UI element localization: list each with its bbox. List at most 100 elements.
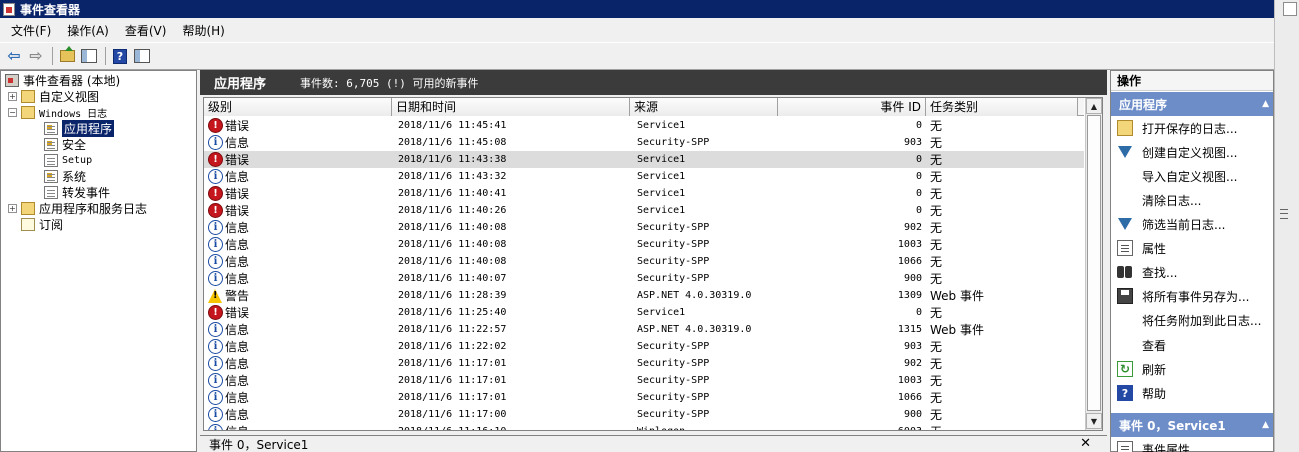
cell-datetime: 2018/11/6 11:40:41 <box>398 188 507 199</box>
cell-level: i信息 <box>204 406 392 423</box>
action-filter-current-log[interactable]: 筛选当前日志... <box>1111 212 1273 236</box>
event-row[interactable]: i 信息 2018/11/6 11:17:01 Security-SPP 1066 无 <box>204 389 1084 406</box>
information-icon: i <box>208 424 223 430</box>
event-row[interactable]: i 信息 2018/11/6 11:40:08 Security-SPP 902 无 <box>204 219 1084 236</box>
collapse-icon[interactable]: − <box>8 107 17 117</box>
show-hide-tree-button[interactable] <box>79 46 99 66</box>
column-event-id[interactable]: 事件 ID <box>778 98 926 116</box>
action-view[interactable]: 查看 <box>1111 333 1273 357</box>
cell-source: Security-SPP <box>637 137 710 148</box>
scroll-up-icon[interactable]: ▲ <box>1086 98 1102 114</box>
tree-item-app-services-logs[interactable]: + 应用程序和服务日志 <box>8 200 147 216</box>
event-row[interactable]: i 信息 2018/11/6 11:40:08 Security-SPP 1003 无 <box>204 236 1084 253</box>
event-row[interactable]: i 信息 2018/11/6 11:40:07 Security-SPP 900 无 <box>204 270 1084 287</box>
title-bar: 事件查看器 <box>0 0 1274 18</box>
forward-button[interactable]: ⇨ <box>26 46 46 66</box>
cell-event-id: 903 <box>903 137 922 148</box>
level-text: 警告 <box>225 289 250 303</box>
tree-item-windows-logs[interactable]: − Windows 日志 <box>8 104 107 120</box>
close-icon[interactable]: ✕ <box>1080 436 1091 451</box>
cell-source: Security-SPP <box>637 409 710 420</box>
properties-icon <box>1117 240 1133 256</box>
back-button[interactable]: ⇦ <box>4 46 24 66</box>
tree-item-custom-views[interactable]: + 自定义视图 <box>8 88 99 104</box>
cell-datetime: 2018/11/6 11:40:26 <box>398 205 507 216</box>
menu-help[interactable]: 帮助(H) <box>174 22 232 39</box>
event-row[interactable]: i 信息 2018/11/6 11:40:08 Security-SPP 1066 无 <box>204 253 1084 270</box>
tree-item-forwarded[interactable]: 转发事件 <box>44 184 110 200</box>
event-row[interactable]: i信息2018/11/6 11:16:10Winlogon6003无 <box>204 423 1084 430</box>
level-text: 信息 <box>225 357 250 371</box>
action-label: 刷新 <box>1142 362 1167 377</box>
tree-item-security[interactable]: 安全 <box>44 136 86 152</box>
event-row[interactable]: ! 错误 2018/11/6 11:25:40 Service1 0 无 <box>204 304 1084 321</box>
action-event-properties[interactable]: 事件属性 <box>1111 437 1273 452</box>
toolbar-separator <box>105 47 106 65</box>
column-datetime[interactable]: 日期和时间 <box>392 98 630 116</box>
action-import-custom-view[interactable]: 导入自定义视图... <box>1111 164 1273 188</box>
menu-view[interactable]: 查看(V) <box>117 22 175 39</box>
event-row[interactable]: i 信息 2018/11/6 11:17:01 Security-SPP 902 无 <box>204 355 1084 372</box>
action-label: 将所有事件另存为... <box>1142 289 1250 304</box>
tree-root[interactable]: 事件查看器 (本地) <box>5 72 120 88</box>
cell-event-id: 1003 <box>897 239 922 250</box>
event-row[interactable]: i 信息 2018/11/6 11:22:02 Security-SPP 903 无 <box>204 338 1084 355</box>
level-text: 错误 <box>225 204 250 218</box>
cell-source: Security-SPP <box>637 239 710 250</box>
resize-grip-icon[interactable] <box>1280 209 1288 219</box>
event-row[interactable]: i 信息 2018/11/6 11:17:01 Security-SPP 1003 无 <box>204 372 1084 389</box>
action-help[interactable]: ? 帮助 <box>1111 381 1273 405</box>
column-task-category[interactable]: 任务类别 <box>926 98 1078 116</box>
event-row[interactable]: ! 错误 2018/11/6 11:45:41 Service1 0 无 <box>204 117 1084 134</box>
column-level[interactable]: 级别 <box>204 98 392 116</box>
expand-icon[interactable]: + <box>8 203 17 213</box>
tree-item-subscriptions[interactable]: 订阅 <box>21 216 63 232</box>
event-row[interactable]: i 信息 2018/11/6 11:43:32 Service1 0 无 <box>204 168 1084 185</box>
cell-datetime: 2018/11/6 11:45:08 <box>398 137 507 148</box>
cell-event-id: 0 <box>915 120 922 131</box>
event-row[interactable]: ! 错误 2018/11/6 11:40:26 Service1 0 无 <box>204 202 1084 219</box>
event-row[interactable]: ! 错误 2018/11/6 11:43:38 Service1 0 无 <box>204 151 1084 168</box>
action-find[interactable]: 查找... <box>1111 260 1273 284</box>
event-row[interactable]: i 信息 2018/11/6 11:45:08 Security-SPP 903 无 <box>204 134 1084 151</box>
event-row[interactable]: 警告 2018/11/6 11:28:39 ASP.NET 4.0.30319.0 1… <box>204 287 1084 304</box>
vertical-scrollbar[interactable]: ▲ ▼ <box>1085 98 1102 430</box>
cell-datetime: 2018/11/6 11:28:39 <box>398 290 507 301</box>
up-level-button[interactable] <box>57 46 77 66</box>
checkbox[interactable] <box>1283 2 1297 16</box>
collapse-triangle-icon[interactable]: ▲ <box>1262 420 1269 430</box>
event-row[interactable]: ! 错误 2018/11/6 11:40:41 Service1 0 无 <box>204 185 1084 202</box>
help-button[interactable]: ? <box>110 46 130 66</box>
scroll-thumb[interactable] <box>1087 115 1101 411</box>
actions-section-event[interactable]: 事件 0，Service1 ▲ <box>1111 413 1273 437</box>
event-row[interactable]: i 信息 2018/11/6 11:17:00 Security-SPP 900 无 <box>204 406 1084 423</box>
tree-item-setup[interactable]: Setup <box>44 152 92 168</box>
cell-datetime: 2018/11/6 11:40:07 <box>398 273 507 284</box>
action-open-saved-log[interactable]: 打开保存的日志... <box>1111 116 1273 140</box>
action-properties[interactable]: 属性 <box>1111 236 1273 260</box>
menu-file[interactable]: 文件(F) <box>3 22 59 39</box>
show-hide-actions-button[interactable] <box>132 46 152 66</box>
column-source[interactable]: 来源 <box>630 98 778 116</box>
action-save-all-events[interactable]: 将所有事件另存为... <box>1111 284 1273 308</box>
menu-action[interactable]: 操作(A) <box>59 22 117 39</box>
action-create-custom-view[interactable]: 创建自定义视图... <box>1111 140 1273 164</box>
action-attach-task[interactable]: 将任务附加到此日志... <box>1111 308 1273 332</box>
folder-icon <box>21 89 35 103</box>
level-text: 信息 <box>225 255 250 269</box>
event-row[interactable]: i 信息 2018/11/6 11:22:57 ASP.NET 4.0.30319.0… <box>204 321 1084 338</box>
tree-item-application[interactable]: 应用程序 <box>44 119 115 137</box>
collapse-triangle-icon[interactable]: ▲ <box>1262 99 1269 109</box>
scroll-down-icon[interactable]: ▼ <box>1086 413 1102 429</box>
tree-item-system[interactable]: 系统 <box>44 168 86 184</box>
action-refresh[interactable]: ↻ 刷新 <box>1111 357 1273 381</box>
cell-task-category: 无 <box>930 255 943 269</box>
expand-icon[interactable]: + <box>8 91 17 101</box>
cell-level: 警告 <box>204 287 392 304</box>
action-label: 事件属性 <box>1142 442 1191 452</box>
action-clear-log[interactable]: 清除日志... <box>1111 188 1273 212</box>
cell-level: ! 错误 <box>204 304 392 321</box>
actions-section-application[interactable]: 应用程序 ▲ <box>1111 92 1273 116</box>
cell-task-category: 无 <box>930 374 943 388</box>
cell-task-category: 无 <box>930 306 943 320</box>
